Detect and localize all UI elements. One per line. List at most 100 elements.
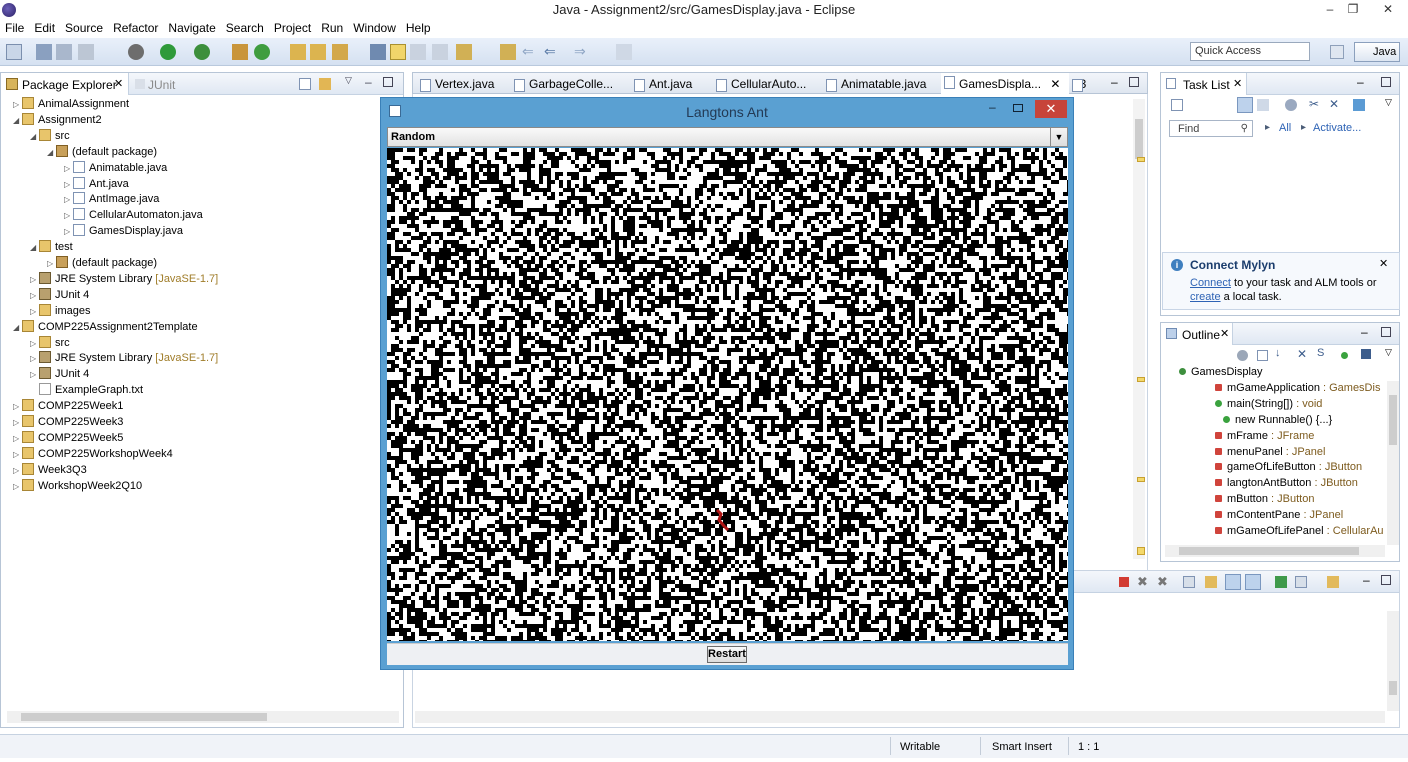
categorized-icon[interactable] [1237, 97, 1253, 113]
outline-item[interactable]: main(String[]) : void [1215, 397, 1322, 413]
scrollbar-thumb[interactable] [21, 713, 267, 721]
tree-item[interactable]: ◢ (default package) [47, 144, 157, 161]
tree-item[interactable]: ◢ COMP225Assignment2Template [13, 319, 198, 336]
expand-toggle-icon[interactable]: ▷ [64, 177, 72, 192]
tree-item[interactable]: ExampleGraph.txt [30, 383, 143, 399]
debug-icon[interactable] [128, 44, 144, 60]
focus-icon[interactable] [1285, 99, 1297, 111]
expand-toggle-icon[interactable]: ▷ [13, 97, 21, 112]
tab-vertex-java[interactable]: Vertex.java [417, 76, 509, 94]
expand-toggle-icon[interactable]: ▷ [30, 272, 38, 287]
close-icon[interactable]: ✕ [1379, 257, 1388, 270]
tree-item[interactable]: ▷ JUnit 4 [30, 287, 89, 304]
whitespace-icon[interactable] [432, 44, 448, 60]
expand-toggle-icon[interactable]: ▷ [13, 399, 21, 414]
quick-access-input[interactable]: Quick Access [1190, 42, 1310, 61]
open-console-icon[interactable] [1327, 576, 1339, 588]
expand-toggle-icon[interactable]: ◢ [47, 145, 55, 160]
outline-item[interactable]: menuPanel : JPanel [1215, 445, 1325, 461]
menu-help[interactable]: Help [401, 20, 436, 36]
console-vscroll[interactable] [1387, 611, 1399, 711]
minimize-view-icon[interactable]: – [1363, 573, 1370, 587]
tree-item[interactable]: ▷ JRE System Library [JavaSE-1.7] [30, 271, 218, 288]
tree-item[interactable]: ▷ JUnit 4 [30, 367, 89, 383]
outline-item[interactable]: mButton : JButton [1215, 492, 1314, 508]
view-menu-icon[interactable]: ▽ [1385, 347, 1392, 358]
maximize-button[interactable] [1013, 104, 1023, 112]
menu-navigate[interactable]: Navigate [163, 20, 220, 36]
expand-toggle-icon[interactable]: ▷ [64, 208, 72, 223]
tab-task-list[interactable]: Task List ✕ [1161, 73, 1247, 95]
tab-cellularautomaton-java[interactable]: CellularAuto... [713, 76, 823, 94]
expand-toggle-icon[interactable]: ▷ [64, 161, 72, 176]
outline-item[interactable]: mContentPane : JPanel [1215, 508, 1343, 524]
scroll-lock-icon[interactable] [1205, 576, 1217, 588]
back-icon[interactable]: ⇐ [544, 44, 560, 60]
minimize-view-icon[interactable]: – [1357, 75, 1364, 89]
minimize-view-icon[interactable]: – [1361, 325, 1368, 339]
remove-all-icon[interactable]: ✖ [1157, 574, 1168, 590]
highlight-icon[interactable] [390, 44, 406, 60]
outline-item[interactable]: mFrame : JFrame [1215, 429, 1314, 445]
tree-item[interactable]: ▷ AntImage.java [64, 192, 159, 208]
menu-run[interactable]: Run [316, 20, 348, 36]
collapse-all-icon[interactable] [299, 78, 311, 90]
tree-item[interactable]: ▷ GamesDisplay.java [64, 224, 183, 240]
pin-editor-icon[interactable] [616, 44, 632, 60]
open-folder-icon[interactable] [310, 44, 326, 60]
tree-item[interactable]: ▷ COMP225Week1 [13, 399, 123, 415]
show-on-error-icon[interactable] [1245, 574, 1261, 590]
activate-link[interactable]: Activate... [1313, 122, 1361, 134]
maximize-view-icon[interactable] [1381, 575, 1391, 585]
minimize-view-icon[interactable]: – [365, 75, 372, 89]
last-edit-icon[interactable]: ⇐ [522, 44, 538, 60]
new-icon[interactable] [6, 44, 22, 60]
save-all-icon[interactable] [56, 44, 72, 60]
forward-icon[interactable]: ⇒ [574, 44, 590, 60]
search-icon[interactable] [332, 44, 348, 60]
expand-toggle-icon[interactable]: ▷ [30, 288, 38, 303]
expand-toggle-icon[interactable]: ◢ [30, 240, 38, 255]
tab-package-explorer[interactable]: Package Explorer ✕ [1, 73, 129, 95]
menu-search[interactable]: Search [221, 20, 269, 36]
tree-item[interactable]: ▷ (default package) [47, 256, 157, 272]
expand-toggle-icon[interactable]: ▷ [64, 224, 72, 239]
expand-toggle-icon[interactable]: ▷ [13, 479, 21, 494]
run-icon[interactable] [160, 44, 176, 60]
tree-item[interactable]: ▷ Ant.java [64, 176, 129, 193]
tab-animatable-java[interactable]: Animatable.java [823, 76, 935, 94]
overview-marker[interactable] [1137, 477, 1145, 482]
maximize-view-icon[interactable] [1381, 327, 1391, 337]
outline-item[interactable]: langtonAntButton : JButton [1215, 476, 1358, 492]
prev-annotation-icon[interactable] [500, 44, 516, 60]
hide-local-types-icon[interactable] [1361, 349, 1371, 359]
hide-completed-icon[interactable]: ✕ [1329, 97, 1339, 111]
menu-project[interactable]: Project [269, 20, 316, 36]
close-icon[interactable]: ✕ [1220, 327, 1229, 340]
tab-gamesdisplay-java[interactable]: GamesDispla... ✕ [941, 73, 1069, 95]
tree-item[interactable]: ▷ JRE System Library [JavaSE-1.7] [30, 351, 218, 367]
menu-window[interactable]: Window [348, 20, 401, 36]
hide-nonpublic-icon[interactable] [1341, 352, 1348, 359]
tree-item[interactable]: ▷ Animatable.java [64, 160, 167, 177]
synchronize-icon[interactable] [1353, 99, 1365, 111]
tab-garbagecollector-java[interactable]: GarbageColle... [511, 76, 623, 94]
menu-source[interactable]: Source [60, 20, 108, 36]
expand-toggle-icon[interactable]: ▷ [13, 447, 21, 462]
terminate-icon[interactable] [1119, 577, 1129, 587]
open-type-icon[interactable] [290, 44, 306, 60]
new-class-icon[interactable] [254, 44, 270, 60]
all-link[interactable]: All [1279, 122, 1291, 134]
expand-toggle-icon[interactable]: ▷ [64, 192, 72, 207]
tab-outline[interactable]: Outline ✕ [1161, 323, 1233, 345]
connect-link[interactable]: Connect [1190, 277, 1231, 289]
scheduled-icon[interactable] [1257, 99, 1269, 111]
toggle-mark-icon[interactable] [370, 44, 386, 60]
horizontal-scrollbar[interactable] [7, 711, 399, 723]
filter-icon[interactable]: ✂ [1309, 97, 1319, 111]
run-last-icon[interactable] [194, 44, 210, 60]
tree-item[interactable]: ▷ COMP225Week5 [13, 430, 123, 447]
sort-icon[interactable]: ↓ [1275, 347, 1281, 359]
new-task-icon[interactable] [1171, 99, 1183, 111]
tree-item[interactable]: ▷ src [30, 335, 70, 352]
